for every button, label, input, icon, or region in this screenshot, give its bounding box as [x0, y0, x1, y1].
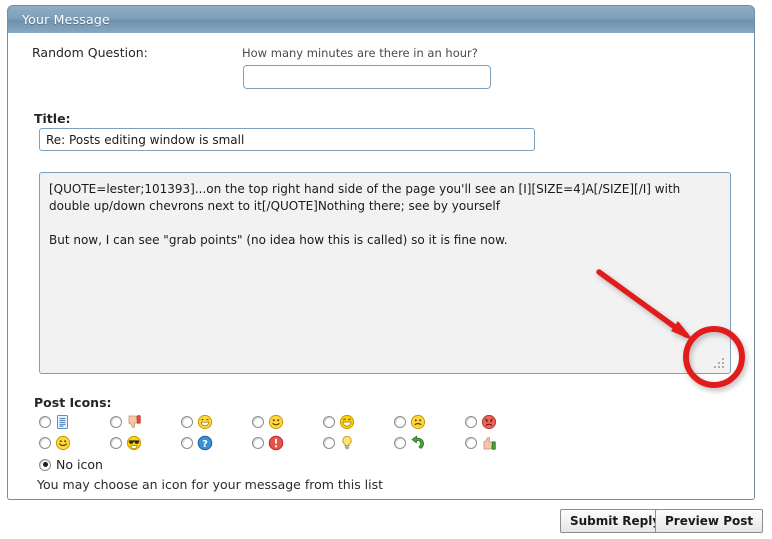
post-icon-option-lightbulb[interactable] — [323, 434, 355, 452]
post-icon-radio[interactable] — [465, 416, 477, 428]
thumbs-down-icon[interactable] — [126, 414, 142, 430]
post-icon-radio[interactable] — [394, 437, 406, 449]
random-question-text: How many minutes are there in an hour? — [242, 46, 478, 60]
title-input[interactable] — [39, 128, 535, 151]
post-icon-radio[interactable] — [39, 416, 51, 428]
post-icons-label: Post Icons: — [34, 395, 112, 410]
no-icon-radio[interactable] — [39, 459, 51, 471]
post-icon-radio[interactable] — [465, 437, 477, 449]
post-icon-radio[interactable] — [110, 437, 122, 449]
no-icon-label: No icon — [56, 457, 103, 472]
post-icon-radio[interactable] — [181, 437, 193, 449]
post-icon-option-smiley-frown[interactable] — [394, 413, 426, 431]
smiley-happy-icon[interactable] — [55, 435, 71, 451]
post-icons-row — [39, 413, 539, 434]
message-textarea[interactable]: [QUOTE=lester;101393]...on the top right… — [39, 172, 731, 374]
post-icon-option-thumbs-down[interactable] — [110, 413, 142, 431]
post-icons-grid: ? — [39, 413, 539, 455]
question-mark-icon[interactable]: ? — [197, 435, 213, 451]
post-icons-row: ? — [39, 434, 539, 455]
post-icon-option-smiley-angry[interactable] — [465, 413, 497, 431]
post-icon-option-arrow-reply[interactable] — [394, 434, 426, 452]
document-icon[interactable] — [55, 414, 71, 430]
lightbulb-icon[interactable] — [339, 435, 355, 451]
smiley-laugh-icon[interactable] — [339, 414, 355, 430]
submit-reply-button[interactable]: Submit Reply — [560, 509, 670, 533]
panel-body: Random Question: How many minutes are th… — [7, 33, 755, 500]
post-icon-radio[interactable] — [39, 437, 51, 449]
post-icon-radio[interactable] — [323, 437, 335, 449]
post-icon-radio[interactable] — [394, 416, 406, 428]
post-icons-help-text: You may choose an icon for your message … — [37, 477, 383, 492]
post-icon-option-smiley-cool[interactable] — [110, 434, 142, 452]
smiley-cool-icon[interactable] — [126, 435, 142, 451]
post-icon-radio[interactable] — [252, 437, 264, 449]
arrow-reply-icon[interactable] — [410, 435, 426, 451]
exclamation-icon[interactable] — [268, 435, 284, 451]
post-icon-option-thumbs-up[interactable] — [465, 434, 497, 452]
preview-post-button[interactable]: Preview Post — [655, 509, 763, 533]
post-icon-option-exclamation[interactable] — [252, 434, 284, 452]
post-icon-radio[interactable] — [110, 416, 122, 428]
no-icon-option[interactable]: No icon — [39, 457, 103, 472]
message-editor: [QUOTE=lester;101393]...on the top right… — [39, 172, 731, 374]
title-label: Title: — [34, 111, 71, 126]
smiley-grin-icon[interactable] — [197, 414, 213, 430]
random-question-label: Random Question: — [32, 45, 148, 60]
post-icon-option-document[interactable] — [39, 413, 71, 431]
post-icon-option-smiley-grin[interactable] — [181, 413, 213, 431]
post-icon-radio[interactable] — [323, 416, 335, 428]
post-icon-radio[interactable] — [181, 416, 193, 428]
smiley-angry-icon[interactable] — [481, 414, 497, 430]
post-icon-option-question-mark[interactable]: ? — [181, 434, 213, 452]
random-question-input[interactable] — [243, 65, 491, 89]
post-icon-option-smiley-happy[interactable] — [39, 434, 71, 452]
resize-grip-handle[interactable] — [713, 356, 727, 370]
panel-title: Your Message — [22, 12, 110, 27]
svg-text:?: ? — [202, 439, 208, 450]
smiley-frown-icon[interactable] — [410, 414, 426, 430]
post-icon-option-smiley-laugh[interactable] — [323, 413, 355, 431]
your-message-panel: Your Message Random Question: How many m… — [7, 5, 755, 501]
post-icon-option-smiley-smile[interactable] — [252, 413, 284, 431]
form-footer: Submit Reply Preview Post — [0, 503, 772, 539]
thumbs-up-icon[interactable] — [481, 435, 497, 451]
post-icon-radio[interactable] — [252, 416, 264, 428]
smiley-smile-icon[interactable] — [268, 414, 284, 430]
panel-titlebar: Your Message — [7, 5, 755, 33]
